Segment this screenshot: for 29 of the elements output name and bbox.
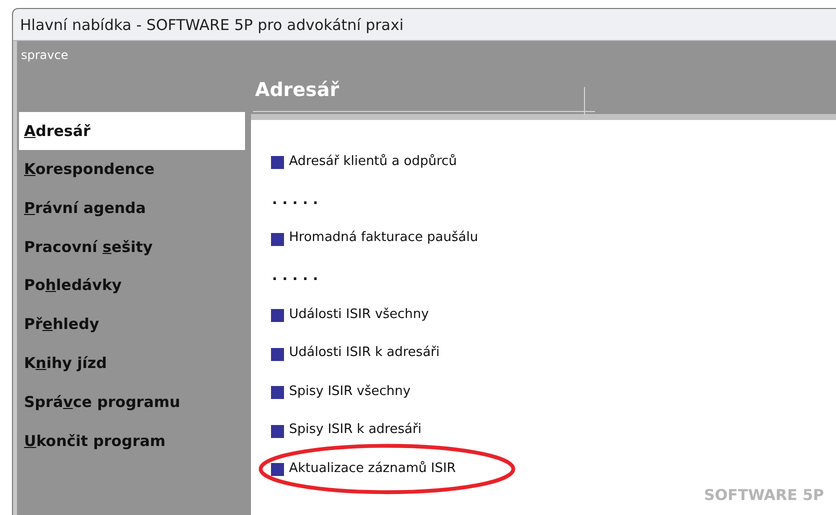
brand-logo: SOFTWARE 5P (704, 486, 824, 504)
panel-title: Adresář (255, 79, 340, 101)
menu-link[interactable]: Spisy ISIR všechny (289, 384, 411, 399)
square-bullet-icon (271, 309, 284, 322)
user-name: spravce (21, 48, 68, 62)
window-title: Hlavní nabídka - SOFTWARE 5P pro advokátní praxi (20, 16, 404, 34)
dotted-separator: . . . . . (272, 192, 318, 208)
square-bullet-icon (271, 424, 284, 438)
dotted-separator: . . . . . (272, 268, 318, 284)
sidebar-item[interactable]: Knihy jízd (19, 344, 251, 383)
sidebar-item[interactable]: Pracovní sešity (19, 228, 251, 266)
menu-link[interactable]: Události ISIR k adresáři (289, 345, 440, 360)
sidebar-item[interactable]: Přehledy (19, 305, 251, 344)
square-bullet-icon (271, 156, 284, 170)
menu-link[interactable]: Aktualizace záznamů ISIR (289, 460, 456, 476)
sidebar-item[interactable]: Správce programu (19, 382, 251, 422)
sidebar-item[interactable]: Pohledávky (19, 266, 251, 306)
sidebar-item[interactable]: Právní agenda (19, 188, 251, 228)
square-bullet-icon (271, 463, 284, 476)
sidebar-item[interactable]: Ukončit program (19, 422, 251, 460)
sidebar-item[interactable]: Adresář (19, 112, 245, 150)
square-bullet-icon (271, 232, 284, 246)
sidebar-item[interactable]: Korespondence (19, 150, 251, 189)
menu-link[interactable]: Spisy ISIR k adresáři (289, 422, 422, 438)
menu-link[interactable]: Adresář klientů a odpůrců (289, 154, 457, 169)
menu-link[interactable]: Hromadná fakturace paušálu (289, 230, 478, 246)
square-bullet-icon (271, 348, 284, 361)
square-bullet-icon (271, 386, 284, 400)
menu-link[interactable]: Události ISIR všechny (289, 306, 429, 322)
